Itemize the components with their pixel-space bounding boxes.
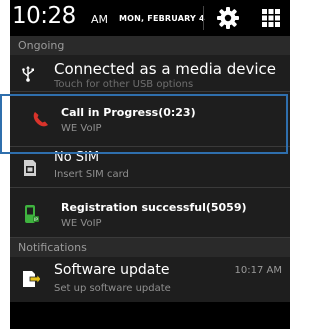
registration-title: Registration successful(5059) bbox=[61, 201, 247, 214]
apps-grid-button[interactable] bbox=[256, 4, 286, 32]
status-bar: 10:28 AM MON, FEBRUARY 4 bbox=[10, 0, 290, 36]
usb-title: Connected as a media device bbox=[54, 60, 277, 78]
usb-notification[interactable]: Connected as a media device Touch for ot… bbox=[10, 55, 290, 92]
registration-subtitle: WE VoIP bbox=[61, 218, 102, 229]
update-time: 10:17 AM bbox=[234, 265, 282, 276]
notifications-header: Notifications bbox=[10, 238, 290, 257]
status-divider bbox=[203, 6, 204, 30]
settings-button[interactable] bbox=[213, 4, 243, 32]
svg-text:IP: IP bbox=[34, 217, 38, 223]
sim-card-icon bbox=[23, 159, 37, 181]
voip-phone-icon: IP bbox=[24, 204, 40, 228]
sim-notification[interactable]: No SIM Insert SIM card bbox=[10, 147, 290, 188]
sim-subtitle: Insert SIM card bbox=[54, 169, 129, 180]
grid-icon bbox=[262, 9, 280, 27]
clock-time: 10:28 bbox=[12, 3, 76, 29]
call-notification[interactable]: Call in Progress(0:23) WE VoIP bbox=[10, 92, 290, 147]
clock-ampm: AM bbox=[91, 13, 109, 26]
call-subtitle: WE VoIP bbox=[61, 123, 102, 134]
ongoing-header: Ongoing bbox=[10, 36, 290, 55]
software-update-icon bbox=[22, 269, 42, 293]
call-title: Call in Progress(0:23) bbox=[61, 106, 196, 119]
usb-subtitle: Touch for other USB options bbox=[54, 79, 194, 90]
update-subtitle: Set up software update bbox=[54, 283, 171, 294]
registration-notification[interactable]: IP Registration successful(5059) WE VoIP bbox=[10, 188, 290, 238]
phone-handset-icon bbox=[31, 109, 51, 133]
update-title: Software update bbox=[54, 262, 170, 278]
notification-shade: 10:28 AM MON, FEBRUARY 4 Ongoing Connect… bbox=[10, 0, 290, 329]
usb-icon bbox=[21, 66, 35, 86]
gear-icon bbox=[217, 7, 239, 29]
sim-title: No SIM bbox=[54, 150, 100, 165]
software-update-notification[interactable]: Software update Set up software update 1… bbox=[10, 257, 290, 302]
status-date: MON, FEBRUARY 4 bbox=[119, 14, 205, 23]
